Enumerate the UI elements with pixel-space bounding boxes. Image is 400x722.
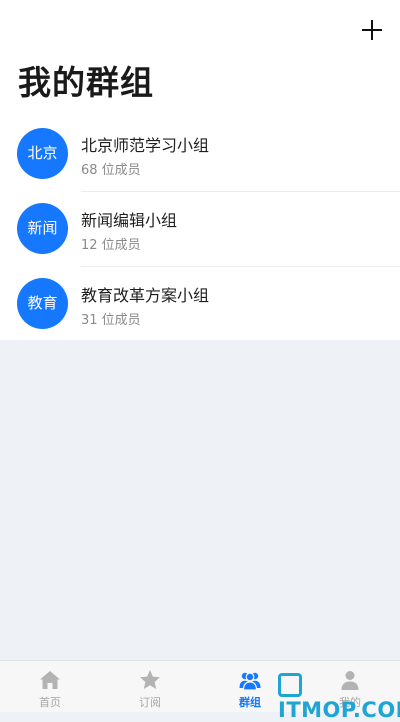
list-item[interactable]: 北京 北京师范学习小组 68 位成员 [0,117,400,192]
tab-home[interactable]: 首页 [0,661,100,712]
page-title: 我的群组 [18,63,154,102]
header-area: 我的群组 北京 北京师范学习小组 68 位成员 新闻 新闻编辑小组 12 位成员… [0,0,400,340]
star-icon [140,670,160,689]
member-count: 68 位成员 [81,163,141,178]
watermark-text: ITMOP.COM [278,698,400,722]
list-item[interactable]: 教育 教育改革方案小组 31 位成员 [0,267,400,342]
plus-icon[interactable] [360,18,384,42]
group-icon [239,672,261,691]
member-count: 12 位成员 [81,238,141,253]
tab-label: 订阅 [139,696,161,709]
home-icon [40,671,60,689]
group-name: 北京师范学习小组 [81,136,210,155]
tab-label: 首页 [39,696,61,709]
watermark: ITMOP.COM [278,673,400,722]
tab-subscribe[interactable]: 订阅 [100,661,200,712]
avatar: 北京 [17,128,68,179]
avatar: 新闻 [17,203,68,254]
avatar: 教育 [17,278,68,329]
group-name: 新闻编辑小组 [81,211,178,230]
list-item[interactable]: 新闻 新闻编辑小组 12 位成员 [0,192,400,267]
group-name: 教育改革方案小组 [81,286,210,305]
watermark-logo-icon [278,673,302,697]
member-count: 31 位成员 [81,313,141,328]
group-list: 北京 北京师范学习小组 68 位成员 新闻 新闻编辑小组 12 位成员 教育 教… [0,117,400,342]
